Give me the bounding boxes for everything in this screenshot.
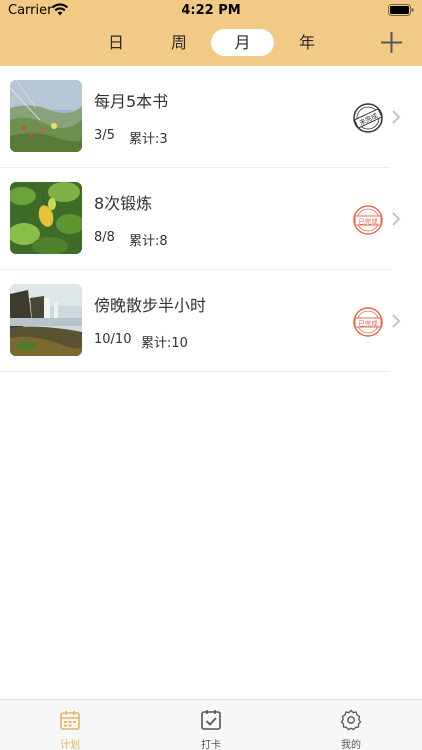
tab-checkin[interactable]: 打卡: [141, 700, 281, 750]
plan-thumbnail: [10, 284, 82, 356]
plan-progress: 3/5: [94, 128, 115, 143]
plan-thumbnail: [10, 80, 82, 152]
plan-title: 8次锻炼: [94, 194, 153, 213]
plan-progress: 8/8: [94, 230, 115, 245]
plan-total: 累计:3: [129, 132, 168, 147]
tab-plan-label: 计划: [60, 740, 80, 750]
plan-thumbnail: [10, 182, 82, 254]
gear-icon: [340, 709, 362, 731]
stamp-text: 已完成: [358, 319, 378, 328]
tab-mine[interactable]: 我的: [281, 700, 421, 750]
segment-day[interactable]: 日: [96, 29, 136, 56]
plan-row[interactable]: 8次锻炼 8/8 累计:8 已完成: [0, 168, 422, 270]
chevron-right-icon: [392, 212, 401, 226]
incomplete-stamp-icon: 未完成: [353, 103, 383, 133]
stamp-text: 已完成: [358, 217, 378, 226]
tab-plan[interactable]: 计划: [0, 700, 140, 750]
tab-bar: 计划 打卡 我的: [0, 699, 422, 750]
battery-icon: [388, 4, 414, 16]
checkin-icon: [201, 710, 221, 730]
tab-mine-label: 我的: [341, 740, 361, 750]
segment-year[interactable]: 年: [287, 29, 327, 56]
plan-progress: 10/10: [94, 332, 132, 347]
plan-row[interactable]: 傍晚散步半小时 10/10 累计:10 已完成: [0, 270, 422, 372]
segment-week[interactable]: 周: [158, 29, 200, 56]
plan-total: 累计:8: [129, 234, 168, 249]
tab-checkin-label: 打卡: [201, 740, 221, 750]
plan-row[interactable]: 每月5本书 3/5 累计:3 未完成: [0, 66, 422, 168]
plan-list: 每月5本书 3/5 累计:3 未完成 8次锻炼 8/8 累计:8 已完成 傍晚散…: [0, 66, 422, 372]
row-divider: [0, 371, 390, 372]
chevron-right-icon: [392, 314, 401, 328]
segment-month[interactable]: 月: [211, 29, 274, 56]
status-bar: Carrier 4:22 PM: [0, 0, 422, 22]
plan-total: 累计:10: [141, 336, 188, 351]
plan-title: 傍晚散步半小时: [94, 296, 207, 315]
plus-icon[interactable]: [381, 32, 402, 53]
chevron-right-icon: [392, 110, 401, 124]
header-bar: Carrier 4:22 PM 日 周 月 年: [0, 0, 422, 66]
calendar-icon: [60, 711, 80, 730]
clock: 4:22 PM: [181, 3, 241, 18]
completed-stamp-icon: 已完成: [353, 307, 383, 337]
plan-title: 每月5本书: [94, 92, 169, 111]
completed-stamp-icon: 已完成: [353, 205, 383, 235]
